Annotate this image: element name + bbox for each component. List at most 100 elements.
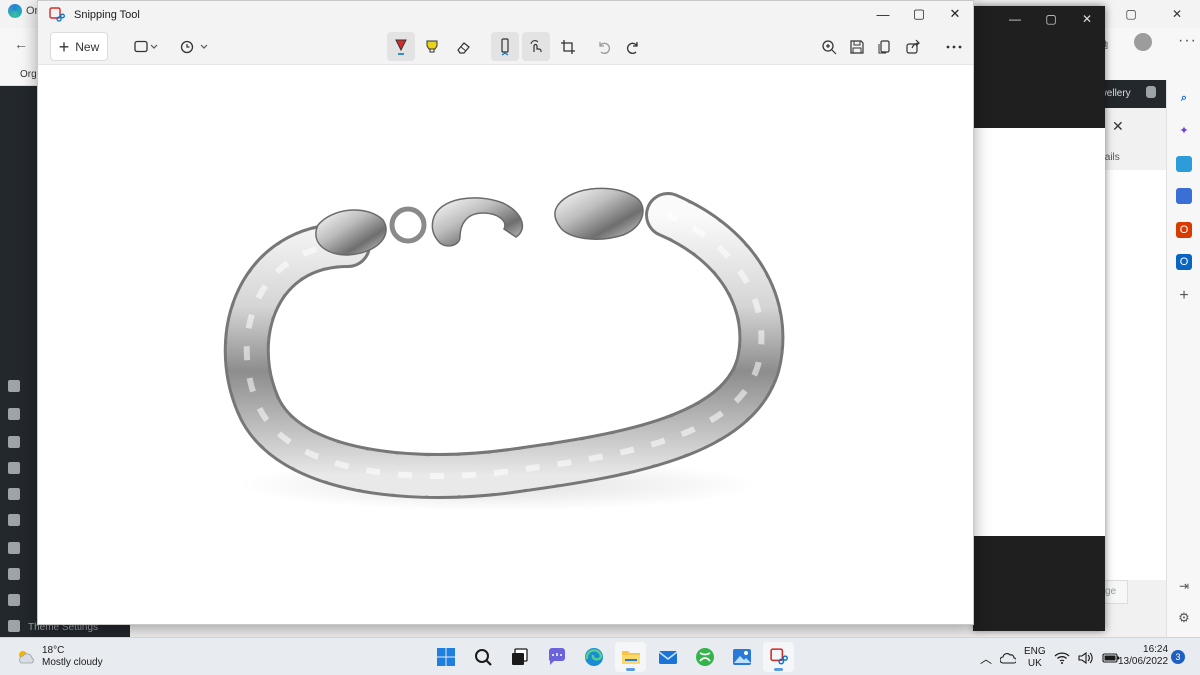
mail-icon <box>658 651 677 664</box>
clock-date: 13/06/2022 <box>1118 656 1169 667</box>
crop-icon <box>561 39 575 54</box>
windows-logo-icon <box>436 648 455 666</box>
user-icon[interactable] <box>1146 86 1156 98</box>
dark-window-controls: — ▢ ✕ <box>997 6 1105 32</box>
snipping-tool-titlebar: Snipping Tool — ▢ ✕ <box>38 1 973 29</box>
edge-logo-icon <box>8 4 22 18</box>
rectangle-snip-icon <box>134 40 158 52</box>
sidebar-toggle-icon[interactable]: ⇥ <box>1176 578 1192 594</box>
window-title: Snipping Tool <box>74 9 140 21</box>
maximize-button[interactable]: ▢ <box>1108 0 1154 28</box>
gear-icon[interactable]: ⚙ <box>1176 610 1192 626</box>
search-button[interactable] <box>467 642 498 672</box>
more-options-icon[interactable]: ··· <box>1178 32 1197 50</box>
gear-icon[interactable] <box>8 620 20 632</box>
wifi-icon[interactable] <box>1054 652 1070 664</box>
new-button-label: New <box>75 39 100 54</box>
save-button[interactable] <box>843 32 871 61</box>
clock-icon <box>180 40 208 53</box>
sparkle-icon[interactable]: ✦ <box>1176 122 1192 138</box>
mail-button[interactable] <box>652 642 683 672</box>
undo-button[interactable] <box>590 32 618 61</box>
zoom-button[interactable] <box>815 32 843 61</box>
snip-mode-dropdown[interactable] <box>130 32 164 61</box>
ruler-button[interactable] <box>491 32 519 61</box>
weather-widget[interactable]: 18°C Mostly cloudy <box>16 645 103 669</box>
gear-icon[interactable] <box>8 568 20 580</box>
battery-icon[interactable] <box>1102 652 1120 664</box>
weather-temperature: 18°C <box>42 645 65 656</box>
chevron-up-icon[interactable]: ︿ <box>980 650 992 667</box>
undo-icon <box>599 41 610 54</box>
maximize-button[interactable]: ▢ <box>901 1 937 27</box>
save-icon <box>850 39 864 54</box>
redo-button[interactable] <box>619 32 647 61</box>
copy-button[interactable] <box>871 32 899 61</box>
touch-writing-icon <box>530 39 542 52</box>
photos-icon <box>732 649 751 665</box>
minimize-button[interactable]: — <box>997 6 1033 32</box>
office-icon[interactable]: O <box>1176 222 1192 238</box>
add-icon[interactable]: + <box>1176 287 1192 304</box>
task-view-icon <box>511 648 528 665</box>
chat-icon <box>548 648 565 665</box>
wp-page-button[interactable]: ge <box>1102 580 1128 604</box>
search-icon[interactable]: ⌕ <box>1176 90 1192 106</box>
taskbar-apps <box>430 642 794 672</box>
touch-writing-button[interactable] <box>522 32 550 61</box>
edge-taskbar-button[interactable] <box>578 642 609 672</box>
close-button[interactable]: ✕ <box>1069 6 1105 32</box>
wp-menu-icon[interactable] <box>8 462 20 474</box>
task-view-button[interactable] <box>504 642 535 672</box>
close-button[interactable]: ✕ <box>1154 0 1200 28</box>
close-icon[interactable]: ✕ <box>1112 118 1124 135</box>
bracelet-image <box>223 187 785 511</box>
eraser-icon <box>457 41 470 54</box>
delay-dropdown[interactable] <box>178 32 212 61</box>
shopping-icon[interactable] <box>1176 156 1192 172</box>
start-button[interactable] <box>430 642 461 672</box>
wp-menu-icon[interactable] <box>8 488 20 500</box>
search-icon <box>474 649 492 666</box>
clock[interactable]: 16:24 13/06/2022 <box>1118 644 1168 668</box>
snipping-tool-taskbar-button[interactable] <box>763 642 794 672</box>
wp-menu-icon[interactable] <box>8 436 20 448</box>
wp-menu-icon[interactable] <box>8 408 20 420</box>
snip-canvas[interactable] <box>38 65 973 624</box>
edge-tab[interactable]: Or <box>8 4 38 18</box>
new-snip-button[interactable]: + New <box>50 32 108 61</box>
more-options-icon <box>946 45 962 48</box>
volume-icon[interactable] <box>1078 652 1094 664</box>
ballpoint-pen-button[interactable] <box>387 32 415 61</box>
wp-menu-icon[interactable] <box>8 380 20 392</box>
profile-avatar-icon[interactable] <box>1134 33 1152 51</box>
language-indicator[interactable]: ENG UK <box>1024 646 1046 670</box>
people-icon[interactable] <box>1176 188 1192 204</box>
edge-icon <box>584 648 603 666</box>
notification-badge[interactable]: 3 <box>1171 650 1185 664</box>
highlighter-button[interactable] <box>418 32 446 61</box>
see-more-button[interactable] <box>940 32 968 61</box>
xbox-app-button[interactable] <box>689 642 720 672</box>
file-explorer-button[interactable] <box>615 642 646 672</box>
eraser-button[interactable] <box>450 32 478 61</box>
share-button[interactable] <box>899 32 927 61</box>
wp-menu-icon[interactable] <box>8 514 20 526</box>
minimize-button[interactable]: — <box>865 1 901 27</box>
dark-window-content <box>973 128 1105 536</box>
outlook-icon[interactable]: O <box>1176 254 1192 270</box>
crop-button[interactable] <box>554 32 582 61</box>
maximize-button[interactable]: ▢ <box>1033 6 1069 32</box>
photos-button[interactable] <box>726 642 757 672</box>
snipping-tool-window: Snipping Tool — ▢ ✕ + New <box>37 0 974 625</box>
close-button[interactable]: ✕ <box>937 1 973 27</box>
onedrive-icon[interactable] <box>1000 652 1017 664</box>
zoom-in-icon <box>822 39 837 54</box>
teams-chat-button[interactable] <box>541 642 572 672</box>
copy-icon <box>878 39 890 53</box>
language-line1: ENG <box>1024 646 1046 657</box>
wp-menu-icon[interactable] <box>8 542 20 554</box>
back-arrow-icon[interactable]: ← <box>14 36 28 52</box>
highlighter-icon <box>426 40 438 52</box>
gear-icon[interactable] <box>8 594 20 606</box>
